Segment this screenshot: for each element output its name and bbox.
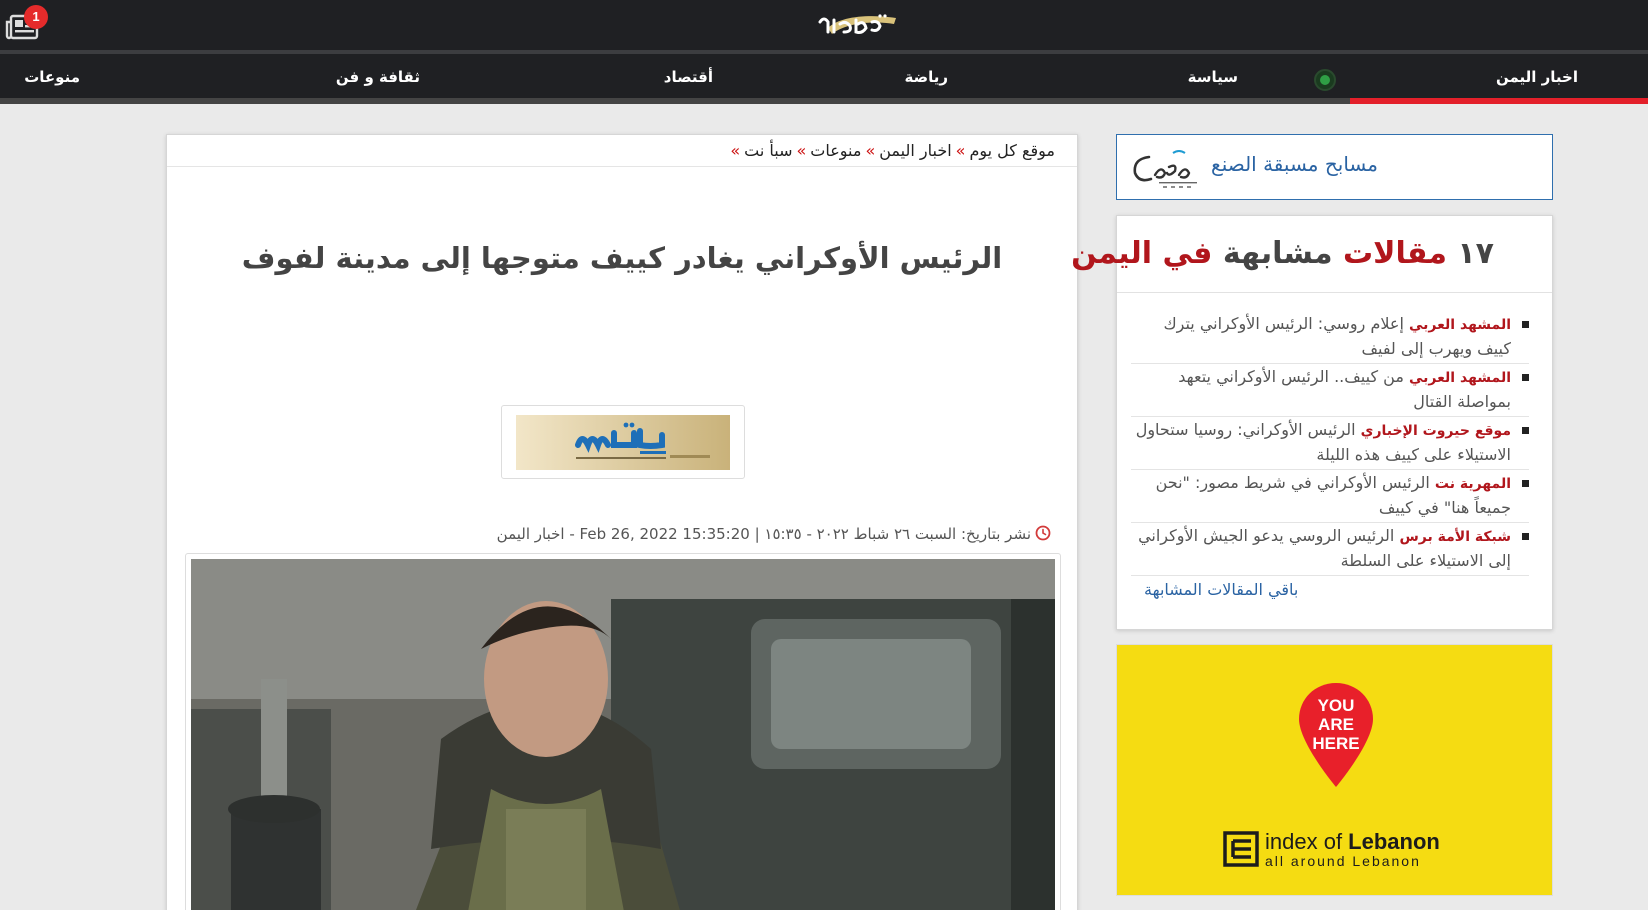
pin-text-line3: HERE [1312, 734, 1359, 753]
similar-articles-list: المشهد العربي إعلام روسي: الرئيس الأوكرا… [1131, 312, 1529, 577]
pin-text-line2: ARE [1318, 715, 1354, 734]
pin-text-line1: YOU [1318, 696, 1355, 715]
list-item-source[interactable]: شبكة الأمة برس [1399, 529, 1511, 545]
list-item[interactable]: شبكة الأمة برس الرئيس الروسي يدعو الجيش … [1131, 524, 1529, 576]
ad-lebanon-tagline: all around Lebanon [1265, 853, 1421, 869]
list-item[interactable]: المشهد العربي من كييف.. الرئيس الأوكراني… [1131, 365, 1529, 417]
breadcrumb-separator: » [955, 141, 966, 160]
list-item-source[interactable]: المشهد العربي [1409, 317, 1511, 333]
article-card: موقع كل يوم»اخبار اليمن»منوعات»سبأ نت» ا… [166, 134, 1078, 910]
article-photo[interactable] [191, 559, 1055, 910]
breadcrumb-yemen-news[interactable]: اخبار اليمن [879, 141, 951, 160]
clock-icon [1035, 525, 1051, 541]
nav-item-sports[interactable]: رياضة [905, 68, 949, 86]
list-item[interactable]: المشهد العربي إعلام روسي: الرئيس الأوكرا… [1131, 312, 1529, 364]
breadcrumb-home[interactable]: موقع كل يوم [969, 141, 1055, 160]
similar-count: ١٧ [1457, 236, 1494, 271]
article-date: نشر بتاريخ: السبت ٢٦ شباط ٢٠٢٢ - ١٥:٣٥ |… [496, 525, 1031, 543]
ad-banner-lebanon[interactable]: YOU ARE HERE index of Lebanon all around… [1116, 644, 1553, 896]
more-similar-link[interactable]: باقي المقالات المشابهة [1144, 580, 1298, 599]
nav-item-economy[interactable]: أقتصاد [664, 68, 713, 86]
list-item-source[interactable]: موقع حيروت الإخباري [1361, 423, 1511, 439]
breadcrumb-separator: » [796, 141, 807, 160]
nav-active-indicator [1350, 98, 1648, 104]
breadcrumb: موقع كل يوم»اخبار اليمن»منوعات»سبأ نت» [726, 141, 1055, 160]
index-of-lebanon-icon [1223, 831, 1259, 867]
list-item[interactable]: موقع حيروت الإخباري الرئيس الأوكراني: رو… [1131, 418, 1529, 470]
site-logo[interactable] [810, 8, 902, 42]
breadcrumb-separator: » [865, 141, 876, 160]
ad-lebanon-brand: index of Lebanon all around Lebanon [1265, 829, 1440, 869]
breadcrumb-divider [167, 166, 1077, 167]
nav-item-politics[interactable]: سياسة [1188, 68, 1238, 86]
main-nav: اخبار اليمن سياسة رياضة أقتصاد ثقافة و ف… [0, 54, 1648, 104]
similar-articles-box: ١٧ مقالات مشابهة في اليمن المشهد العربي … [1071, 215, 1553, 630]
breadcrumb-source[interactable]: سبأ نت [744, 141, 792, 160]
brand-prefix: index of [1265, 829, 1349, 854]
ad-banner-pools[interactable]: مسابح مسبقة الصنع [1116, 134, 1553, 200]
nav-item-culture[interactable]: ثقافة و فن [336, 68, 420, 86]
source-logo-frame[interactable] [501, 405, 745, 479]
saba-net-logo [516, 415, 730, 470]
breadcrumb-separator: » [730, 141, 741, 160]
brand-bold: Lebanon [1348, 829, 1440, 854]
breadcrumb-misc[interactable]: منوعات [810, 141, 861, 160]
top-header: 1 [0, 0, 1648, 54]
similar-title-word1: مقالات [1343, 236, 1447, 271]
article-meta: نشر بتاريخ: السبت ٢٦ شباط ٢٠٢٢ - ١٥:٣٥ |… [497, 525, 1051, 543]
nav-item-misc[interactable]: منوعات [24, 68, 80, 86]
similar-title-word3: في اليمن [1071, 236, 1213, 271]
notification-badge[interactable]: 1 [24, 5, 48, 29]
article-image-frame [185, 553, 1061, 910]
nav-item-yemen-news[interactable]: اخبار اليمن [1496, 68, 1578, 86]
list-item-source[interactable]: المهرية نت [1435, 476, 1511, 492]
ad-pools-text[interactable]: مسابح مسبقة الصنع [1211, 152, 1378, 176]
similar-divider [1117, 292, 1552, 293]
location-pin-icon: YOU ARE HERE [1299, 683, 1373, 787]
similar-title-word2: مشابهة [1222, 236, 1333, 271]
article-title: الرئيس الأوكراني يغادر كييف متوجها إلى م… [241, 241, 1003, 275]
similar-articles-title: ١٧ مقالات مشابهة في اليمن [1071, 236, 1494, 271]
casa-pools-logo [1133, 150, 1197, 188]
live-indicator-icon[interactable] [1314, 69, 1336, 91]
list-item-source[interactable]: المشهد العربي [1409, 370, 1511, 386]
list-item[interactable]: المهرية نت الرئيس الأوكراني في شريط مصور… [1131, 471, 1529, 523]
